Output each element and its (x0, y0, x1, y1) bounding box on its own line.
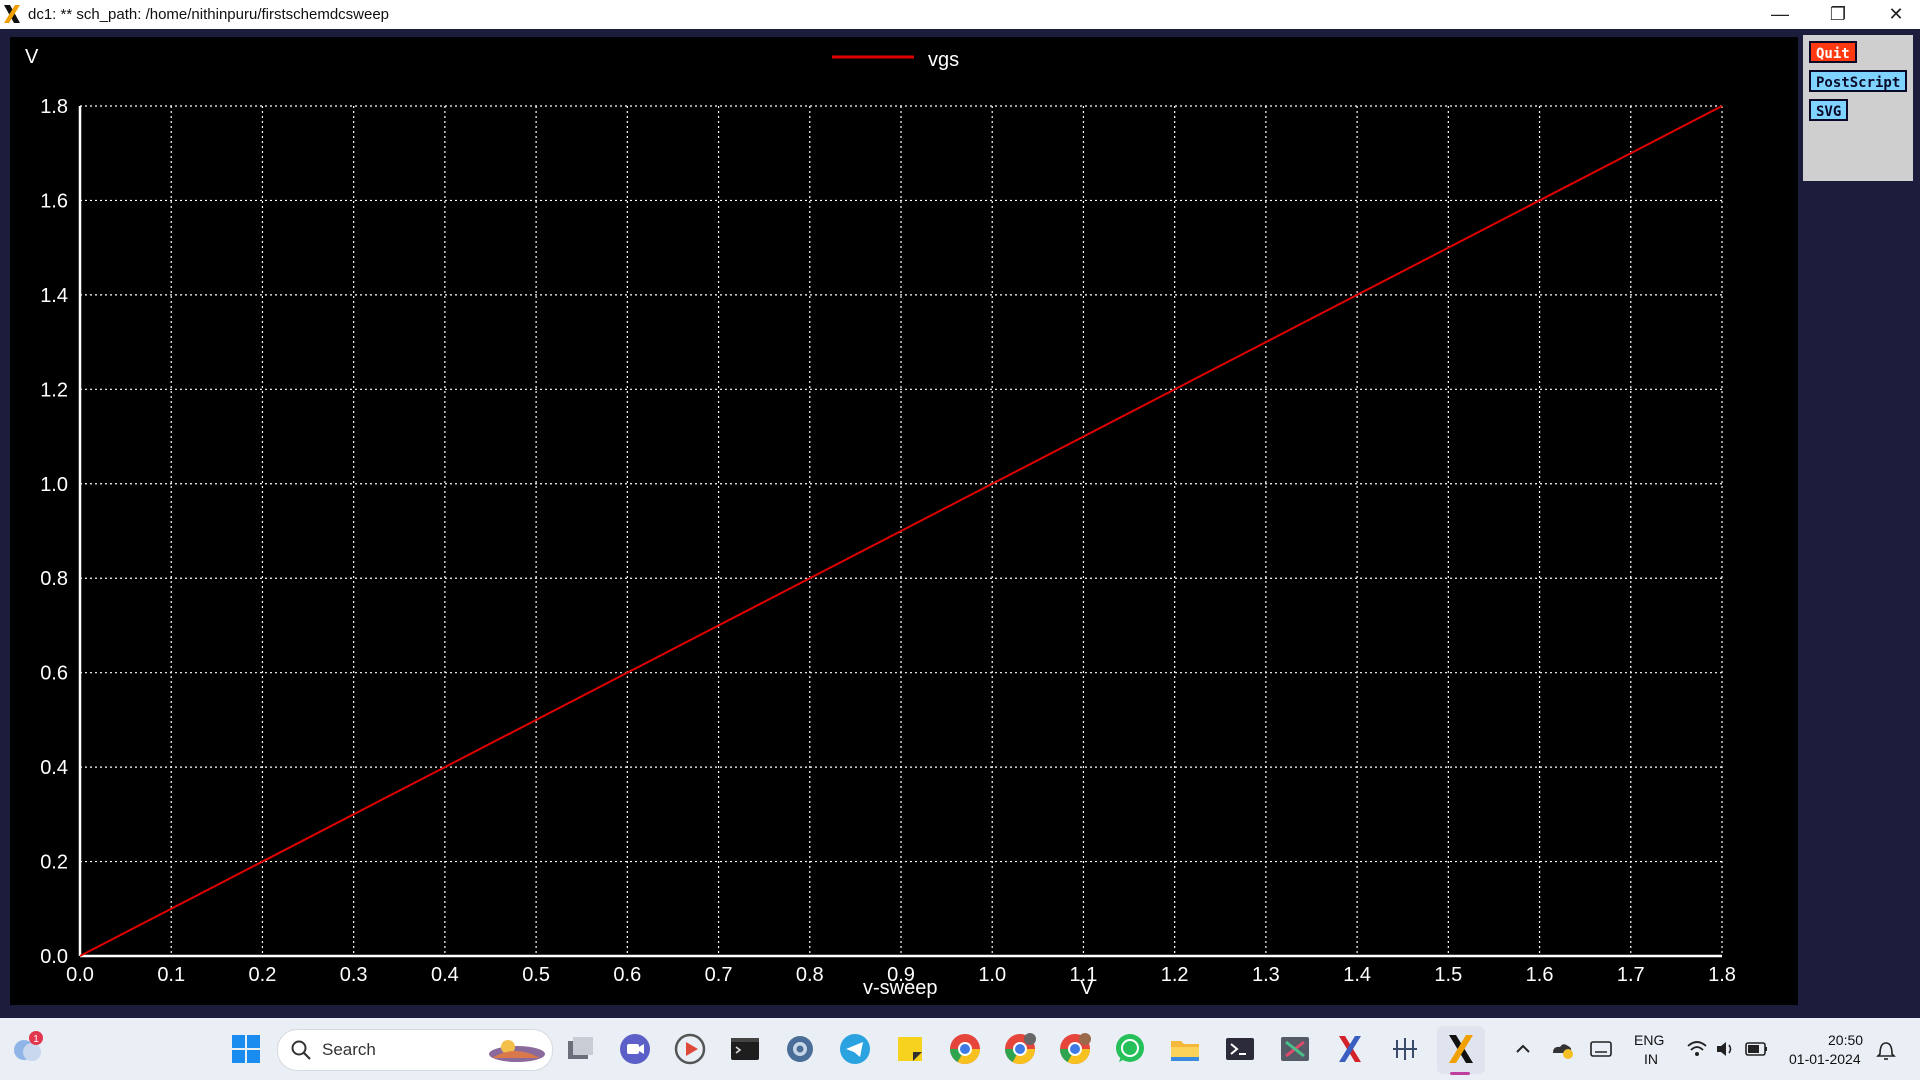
onedrive-warning-icon[interactable] (1550, 1038, 1574, 1060)
window-titlebar: dc1: ** sch_path: /home/nithinpuru/first… (0, 0, 1920, 29)
x-tick-label: 0.2 (249, 964, 277, 986)
y-tick-label: 0.2 (40, 852, 68, 874)
y-tick-label: 1.8 (40, 96, 68, 118)
x-tick-label: 1.2 (1161, 964, 1189, 986)
x-axis-unit-label: V (1080, 977, 1094, 999)
y-tick-label: 1.4 (40, 285, 68, 307)
x-tick-label: 1.8 (1708, 964, 1736, 986)
weather-widget-icon[interactable]: 1 (10, 1030, 46, 1066)
x-axis-label: v-sweep (863, 977, 937, 999)
active-app-indicator (1450, 1072, 1470, 1075)
task-view-icon[interactable] (563, 1032, 597, 1066)
y-axis-unit-label: V (25, 46, 39, 68)
language-region[interactable]: IN (1644, 1051, 1658, 1067)
powershell-icon[interactable] (1223, 1032, 1257, 1066)
chevron-up-icon[interactable] (1514, 1040, 1532, 1058)
x-tick-label: 0.8 (796, 964, 824, 986)
xserver-icon[interactable] (1388, 1032, 1422, 1066)
svg-button[interactable]: SVG (1809, 99, 1849, 121)
search-icon (291, 1040, 311, 1060)
chrome-profile-icon[interactable] (1003, 1032, 1037, 1066)
x-tick-label: 1.4 (1343, 964, 1371, 986)
snipping-tool-icon[interactable] (1278, 1032, 1312, 1066)
media-player-icon[interactable] (673, 1032, 707, 1066)
window-title: dc1: ** sch_path: /home/nithinpuru/first… (28, 6, 390, 23)
x-tick-label: 1.7 (1617, 964, 1645, 986)
windows-start-icon[interactable] (229, 1032, 263, 1066)
window-body: 0.0 0.1 0.2 0.3 0.4 0.5 0.6 0.7 0.8 0.9 1.0 1.1 1.2 1… (0, 29, 1920, 1018)
quit-button[interactable]: Quit (1809, 41, 1857, 63)
sticky-notes-icon[interactable] (893, 1032, 927, 1066)
clock-time[interactable]: 20:50 (1828, 1032, 1863, 1048)
weather-badge-count: 1 (33, 1034, 39, 1045)
x-tick-label: 1.6 (1526, 964, 1554, 986)
legend-label-vgs: vgs (928, 49, 959, 71)
waveform-plot[interactable]: 0.0 0.1 0.2 0.3 0.4 0.5 0.6 0.7 0.8 0.9 1.0 1.1 1.2 1… (10, 37, 1798, 1005)
minimize-button[interactable]: — (1751, 0, 1809, 29)
x-tick-label: 1.3 (1252, 964, 1280, 986)
wifi-icon[interactable] (1686, 1039, 1708, 1059)
battery-icon[interactable] (1745, 1040, 1769, 1058)
meet-icon[interactable] (618, 1032, 652, 1066)
x-tick-label: 1.0 (978, 964, 1006, 986)
y-tick-label: 1.0 (40, 474, 68, 496)
search-highlight-icon (489, 1040, 545, 1062)
y-tick-label: 0.0 (40, 946, 68, 968)
x-tick-label: 0.3 (340, 964, 368, 986)
x-tick-label: 0.4 (431, 964, 459, 986)
y-tick-label: 0.8 (40, 568, 68, 590)
telegram-icon[interactable] (838, 1032, 872, 1066)
chrome-profile2-icon[interactable] (1058, 1032, 1092, 1066)
terminal-icon[interactable] (728, 1032, 762, 1066)
y-tick-label: 0.4 (40, 757, 68, 779)
clock-date[interactable]: 01-01-2024 (1789, 1051, 1861, 1067)
xlaunch-app-icon (4, 5, 20, 23)
restore-button[interactable]: ❐ (1809, 0, 1867, 29)
x-tick-label: 1.5 (1434, 964, 1462, 986)
language-code[interactable]: ENG (1634, 1032, 1664, 1048)
settings-icon[interactable] (783, 1032, 817, 1066)
y-tick-label: 1.2 (40, 379, 68, 401)
keyboard-icon[interactable] (1590, 1040, 1612, 1058)
y-tick-label: 1.6 (40, 190, 68, 212)
control-panel: Quit PostScript SVG (1803, 35, 1913, 181)
close-button[interactable]: ✕ (1867, 0, 1920, 29)
plot-background (10, 37, 1798, 1005)
y-tick-label: 0.6 (40, 663, 68, 685)
x-tick-label: 0.6 (613, 964, 641, 986)
whatsapp-icon[interactable] (1113, 1032, 1147, 1066)
taskbar: 1 Search ENG IN 20:50 01-01-2024 (0, 1018, 1920, 1080)
chrome-icon[interactable] (948, 1032, 982, 1066)
x-tick-label: 0.1 (157, 964, 185, 986)
notification-bell-icon[interactable] (1876, 1039, 1896, 1061)
file-explorer-icon[interactable] (1168, 1032, 1202, 1066)
postscript-button[interactable]: PostScript (1809, 70, 1908, 92)
xschem-active-icon[interactable] (1444, 1032, 1478, 1066)
taskbar-search-box[interactable]: Search (277, 1029, 553, 1071)
x-tick-label: 0.0 (66, 964, 94, 986)
x-tick-label: 0.5 (522, 964, 550, 986)
xschem-icon[interactable] (1333, 1032, 1367, 1066)
x-tick-label: 0.7 (705, 964, 733, 986)
search-placeholder: Search (322, 1040, 376, 1059)
volume-icon[interactable] (1715, 1039, 1737, 1059)
